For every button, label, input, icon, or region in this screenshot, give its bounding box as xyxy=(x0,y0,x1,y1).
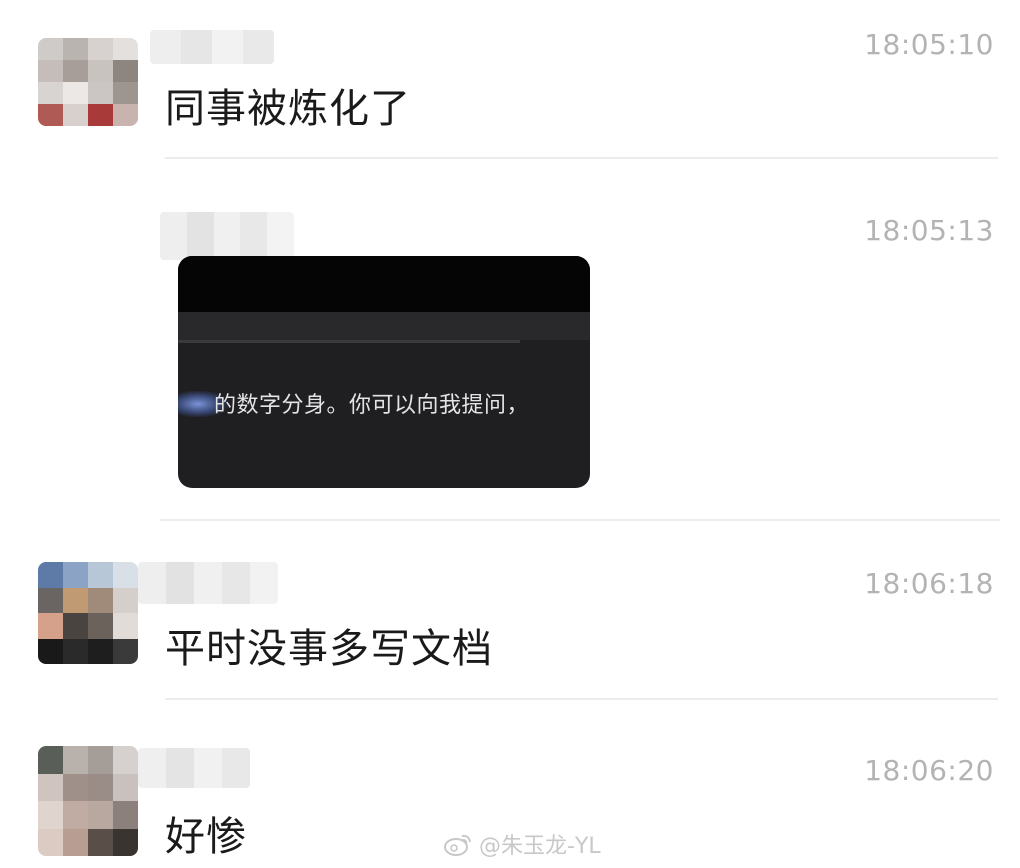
sender-name xyxy=(138,748,250,788)
image-header xyxy=(178,256,590,312)
image-caption: 的数字分身。你可以向我提问， xyxy=(214,393,530,418)
image-band xyxy=(178,312,590,340)
avatar[interactable] xyxy=(38,38,138,126)
timestamp: 18:06:20 xyxy=(864,754,994,787)
image-attachment[interactable]: 的数字分身。你可以向我提问， xyxy=(178,256,590,488)
chat-message[interactable]: 18:06:18 平时没事多写文档 xyxy=(0,522,1020,702)
sender-name xyxy=(150,30,274,64)
message-text: 平时没事多写文档 xyxy=(165,626,493,672)
sender-name xyxy=(138,562,278,604)
timestamp: 18:05:10 xyxy=(864,28,994,61)
chat-message[interactable]: 18:05:10 同事被炼化了 xyxy=(0,0,1020,160)
divider xyxy=(160,519,1000,521)
avatar[interactable] xyxy=(38,562,138,664)
timestamp: 18:05:13 xyxy=(864,214,994,247)
image-line xyxy=(178,340,520,343)
weibo-icon xyxy=(444,834,471,856)
message-text: 同事被炼化了 xyxy=(165,86,411,132)
divider xyxy=(165,698,998,700)
watermark: @朱玉龙-YL xyxy=(443,828,601,860)
message-text: 好惨 xyxy=(165,814,247,860)
watermark-text: @朱玉龙-YL xyxy=(479,834,601,859)
avatar[interactable] xyxy=(38,746,138,856)
timestamp: 18:06:18 xyxy=(864,567,994,600)
sender-name xyxy=(160,212,294,260)
divider xyxy=(165,157,998,159)
